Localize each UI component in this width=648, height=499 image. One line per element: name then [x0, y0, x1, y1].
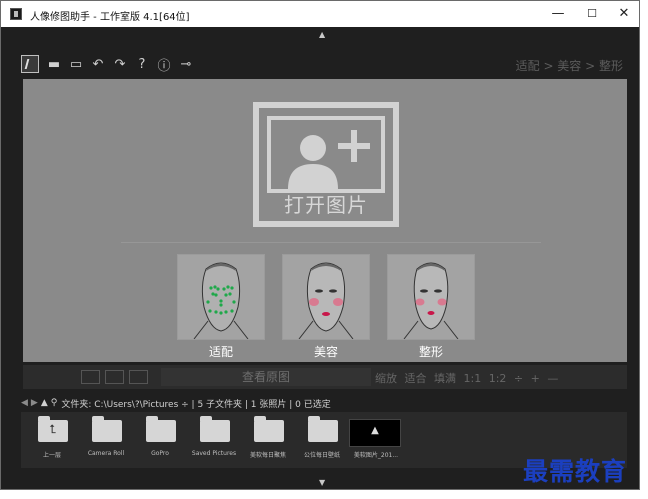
main-toolbar: ▬ ▭ ↶ ↷ ? ⓘ ⊸ [21, 53, 197, 75]
file-label: Saved Pictures [191, 450, 237, 457]
plugin-icon[interactable]: ⊸ [175, 54, 197, 74]
collapse-top-arrow-icon[interactable]: ▲ [319, 30, 325, 39]
mode-card-beauty[interactable] [282, 254, 370, 340]
title-bar[interactable]: 人像修图助手 - 工作室版 4.1[64位] — ☐ ✕ [1, 1, 639, 27]
folder-icon [92, 416, 122, 442]
divider [121, 242, 541, 243]
redo-icon[interactable]: ↷ [109, 54, 131, 74]
workflow-breadcrumb: 适配 > 美容 > 整形 [515, 59, 623, 73]
file-item-folder[interactable]: GoPro [133, 416, 187, 464]
face-landmarks-icon [193, 262, 249, 340]
split-view-button[interactable] [105, 370, 124, 384]
parent-folder-icon: ⮤ [38, 416, 68, 442]
help-icon[interactable]: ? [131, 54, 153, 74]
path-bar: ◀ ▶ ▲ ⚲ 文件夹: C:\Users\?\Pictures ÷ | 5 子… [21, 395, 331, 411]
editor-canvas: 打开图片 适配 美容 整形 [23, 79, 627, 362]
zoom-controls[interactable]: 缩放 适合 填满 1:1 1:2 ÷ + — [375, 370, 558, 386]
folder-icon [254, 416, 284, 442]
file-item-parent[interactable]: ⮤ 上一层 [25, 416, 79, 464]
logo-icon [21, 55, 39, 73]
file-label: 美软图片_201... [353, 452, 399, 459]
app-window: 人像修图助手 - 工作室版 4.1[64位] — ☐ ✕ ▲ ▬ ▭ ↶ ↷ ?… [0, 0, 640, 490]
file-item-folder[interactable]: 公位每日壁纸 [295, 416, 349, 464]
up-folder-icon[interactable]: ▲ [41, 398, 48, 408]
face-reshape-icon [403, 262, 459, 340]
folder-path-text[interactable]: 文件夹: C:\Users\?\Pictures ÷ | 5 子文件夹 | 1 … [61, 397, 330, 410]
folder-icon [146, 416, 176, 442]
mode-card-fit[interactable] [177, 254, 265, 340]
add-person-icon [267, 116, 385, 193]
mode-label-reshape: 整形 [418, 345, 443, 359]
collapse-bottom-arrow-icon[interactable]: ▼ [319, 478, 325, 487]
search-icon[interactable]: ⚲ [51, 398, 58, 408]
file-item-folder[interactable]: Saved Pictures [187, 416, 241, 464]
file-item-photo[interactable]: ▲ 美软图片_201... [349, 416, 403, 464]
photo-preview-icon: ▲ [371, 425, 379, 436]
file-label: 上一层 [42, 452, 61, 459]
view-original-button[interactable]: 查看原图 [161, 368, 371, 386]
save-icon[interactable]: ▭ [65, 54, 87, 74]
file-label: 美软每日聚焦 [249, 452, 286, 459]
forward-arrow-icon[interactable]: ▶ [31, 398, 38, 408]
mode-label-beauty: 美容 [313, 345, 338, 359]
window-title: 人像修图助手 - 工作室版 4.1[64位] [30, 12, 190, 23]
open-image-button[interactable]: 打开图片 [253, 102, 399, 227]
mode-label-fit: 适配 [208, 345, 233, 359]
info-icon[interactable]: ⓘ [153, 54, 175, 74]
view-bar: 查看原图 缩放 适合 填满 1:1 1:2 ÷ + — [23, 365, 627, 389]
file-label: GoPro [151, 450, 169, 457]
file-label: 公位每日壁纸 [303, 452, 340, 459]
photo-thumbnail: ▲ [349, 419, 401, 447]
maximize-button[interactable]: ☐ [575, 1, 609, 27]
compare-view-button[interactable] [129, 370, 148, 384]
folder-icon [200, 416, 230, 442]
file-label: Camera Roll [87, 450, 125, 457]
close-button[interactable]: ✕ [607, 1, 641, 27]
open-image-label: 打开图片 [284, 193, 368, 217]
watermark-text: 最需教育 [523, 457, 628, 486]
folder-icon [308, 416, 338, 442]
open-folder-icon[interactable]: ▬ [43, 54, 65, 74]
undo-icon[interactable]: ↶ [87, 54, 109, 74]
app-icon [10, 8, 22, 20]
file-item-folder[interactable]: Camera Roll [79, 416, 133, 464]
back-arrow-icon[interactable]: ◀ [21, 398, 28, 408]
mode-card-reshape[interactable] [387, 254, 475, 340]
minimize-button[interactable]: — [541, 1, 575, 27]
file-item-folder[interactable]: 美软每日聚焦 [241, 416, 295, 464]
single-view-button[interactable] [81, 370, 100, 384]
face-makeup-icon [298, 262, 354, 340]
